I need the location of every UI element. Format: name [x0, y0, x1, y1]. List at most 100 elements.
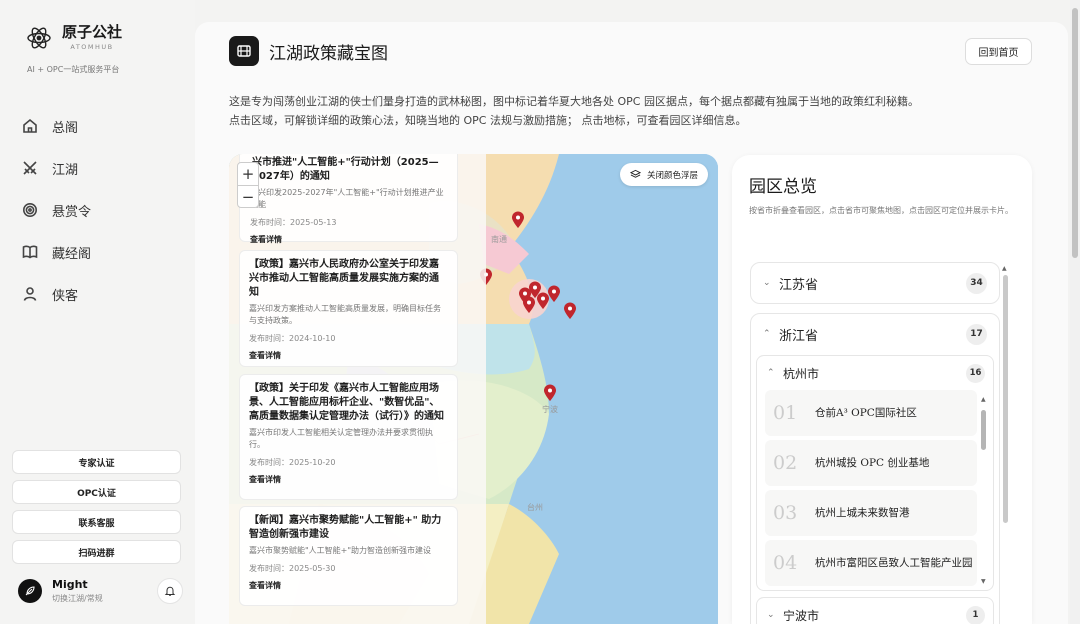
policy-card[interactable]: 兴市推进"人工智能+"行动计划（2025—2027年）的通知 嘉兴印发2025-…	[239, 154, 458, 245]
policy-card[interactable]: 【新闻】嘉兴市聚势赋能"人工智能+" 助力智造创新强市建设 嘉兴市聚势赋能"人工…	[239, 506, 458, 606]
book-icon	[22, 245, 38, 259]
map-pin-icon[interactable]	[522, 296, 536, 314]
city-ningbo[interactable]: ⌄ 宁波市 1	[756, 597, 994, 624]
map-pin-icon[interactable]	[543, 384, 557, 402]
nav-item-label: 总阁	[52, 120, 79, 136]
park-item[interactable]: 03 杭州上城未来数智港	[765, 490, 977, 536]
nav-item-jianghu[interactable]: 江湖	[22, 147, 182, 189]
policy-desc: 嘉兴印发2025-2027年"人工智能+"行动计划推进产业赋能	[250, 188, 444, 209]
brand-tagline: AI + OPC一站式服务平台	[27, 65, 120, 74]
chevron-down-icon: ⌄	[767, 610, 775, 620]
policy-title: 兴市推进"人工智能+"行动计划（2025—2027年）的通知	[252, 157, 439, 182]
park-list-scrollbar[interactable]: ▲ ▼	[981, 396, 987, 586]
scroll-up-icon: ▲	[1002, 265, 1007, 272]
park-name: 杭州上城未来数智港	[815, 507, 910, 519]
notification-button[interactable]	[157, 578, 183, 604]
map-label-ningbo: 宁波	[542, 404, 558, 414]
park-name: 杭州城投 OPC 创业基地	[815, 457, 930, 469]
brand-sub: ATOMHUB	[70, 43, 114, 51]
park-count-badge: 17	[966, 323, 987, 345]
city-name: 宁波市	[783, 608, 820, 623]
park-index: 04	[773, 552, 798, 574]
user-icon	[23, 287, 37, 301]
park-item[interactable]: 02 杭州城投 OPC 创业基地	[765, 440, 977, 486]
park-item[interactable]: 04 杭州市富阳区邑致人工智能产业园	[765, 540, 977, 586]
policy-date: 发布时间：2025-10-20	[249, 458, 336, 467]
policy-date: 发布时间：2025-05-13	[250, 218, 337, 227]
zoom-in-button[interactable]: +	[238, 163, 258, 185]
nav-item-home[interactable]: 总阁	[22, 105, 182, 147]
brand-logo[interactable]: 原子公社 ATOMHUB	[26, 24, 122, 51]
avatar[interactable]	[18, 579, 42, 603]
bell-icon	[164, 586, 176, 596]
scroll-down-icon: ▼	[981, 578, 986, 585]
user-name: Might	[52, 578, 88, 591]
sidebar: 原子公社 ATOMHUB AI + OPC一站式服务平台 总阁 江湖 悬赏令 藏…	[0, 0, 195, 624]
map-pin-icon[interactable]	[511, 211, 525, 229]
home-icon	[23, 118, 37, 133]
map-pin-icon[interactable]	[563, 302, 577, 320]
expert-cert-button[interactable]: 专家认证	[12, 450, 181, 474]
swords-icon	[23, 161, 37, 175]
policy-date: 发布时间：2025-05-30	[249, 564, 336, 573]
park-name: 仓前A³ OPC国际社区	[815, 407, 917, 419]
park-index: 01	[773, 402, 798, 424]
zoom-out-button[interactable]: −	[238, 185, 258, 207]
scrollbar-thumb[interactable]	[981, 410, 986, 450]
map-title-icon	[229, 36, 259, 66]
province-zhejiang[interactable]: ⌃ 浙江省 17 ⌃ 杭州市 16 01 仓前A³ OPC国际社区 02 杭州城…	[750, 313, 1000, 624]
map-label-taizhou: 台州	[527, 502, 543, 512]
page-title: 江湖政策藏宝图	[269, 44, 388, 64]
main-nav: 总阁 江湖 悬赏令 藏经阁 侠客	[22, 105, 182, 315]
scrollbar-thumb[interactable]	[1072, 8, 1078, 258]
policy-detail-link[interactable]: 查看详情	[249, 580, 447, 591]
city-hangzhou[interactable]: ⌃ 杭州市 16 01 仓前A³ OPC国际社区 02 杭州城投 OPC 创业基…	[756, 355, 994, 591]
feather-icon	[25, 586, 35, 596]
chevron-up-icon: ⌃	[767, 368, 775, 378]
brand-name: 原子公社	[62, 23, 123, 41]
scroll-up-icon: ▲	[981, 396, 986, 403]
nav-item-bounty[interactable]: 悬赏令	[22, 189, 182, 231]
policy-title: 【新闻】嘉兴市聚势赋能"人工智能+" 助力智造创新强市建设	[249, 515, 442, 540]
target-icon	[23, 203, 37, 217]
opc-cert-button[interactable]: OPC认证	[12, 480, 181, 504]
city-header[interactable]: ⌃ 杭州市 16	[757, 356, 993, 390]
policy-map[interactable]: 南通 宁波 台州 关闭颜色浮层 + − 兴市推进"人工智能+"行动计划（2025…	[229, 154, 718, 624]
policy-detail-link[interactable]: 查看详情	[249, 474, 447, 485]
contact-support-button[interactable]: 联系客服	[12, 510, 181, 534]
policy-card[interactable]: 【政策】关于印发《嘉兴市人工智能应用场景、人工智能应用标杆企业、"数智优品"、高…	[239, 374, 458, 500]
scrollbar-thumb[interactable]	[1003, 275, 1008, 523]
policy-card[interactable]: 【政策】嘉兴市人民政府办公室关于印发嘉兴市推动人工智能高质量发展实施方案的通知 …	[239, 250, 458, 367]
toggle-color-layer-button[interactable]: 关闭颜色浮层	[620, 163, 709, 186]
policy-desc: 嘉兴印发方案推动人工智能高质量发展，明确目标任务与支持政策。	[249, 304, 441, 325]
policy-detail-link[interactable]: 查看详情	[249, 350, 447, 361]
province-header[interactable]: ⌄ 江苏省 34	[751, 263, 999, 303]
city-header[interactable]: ⌄ 宁波市 1	[757, 598, 993, 624]
treasure-map-icon	[237, 45, 251, 57]
map-pin-icon[interactable]	[547, 285, 561, 303]
nav-item-label: 江湖	[52, 162, 79, 178]
policy-desc: 嘉兴市印发人工智能相关认定管理办法并要求贯彻执行。	[249, 428, 433, 449]
join-group-button[interactable]: 扫码进群	[12, 540, 181, 564]
policy-title: 【政策】关于印发《嘉兴市人工智能应用场景、人工智能应用标杆企业、"数智优品"、高…	[249, 383, 444, 422]
city-name: 杭州市	[783, 366, 820, 381]
province-header[interactable]: ⌃ 浙江省 17	[751, 314, 999, 354]
nav-item-library[interactable]: 藏经阁	[22, 231, 182, 273]
page-scrollbar[interactable]	[1070, 0, 1080, 624]
park-overview-panel: 园区总览 按省市折叠查看园区，点击省市可聚焦地图，点击园区可定位并展示卡片。 ⌄…	[732, 155, 1032, 624]
policy-list-panel: + − 兴市推进"人工智能+"行动计划（2025—2027年）的通知 嘉兴印发2…	[229, 154, 486, 624]
back-home-button[interactable]: 回到首页	[965, 38, 1032, 65]
user-profile: Might 切换江湖/常规	[18, 578, 183, 604]
page-intro: 这是专为闯荡创业江湖的侠士们量身打造的武林秘图，图中标记着华夏大地各处 OPC …	[229, 92, 919, 130]
policy-desc: 嘉兴市聚势赋能"人工智能+"助力智造创新强市建设	[249, 546, 432, 555]
park-item[interactable]: 01 仓前A³ OPC国际社区	[765, 390, 977, 436]
policy-detail-link[interactable]: 查看详情	[250, 234, 447, 245]
intro-line-1: 这是专为闯荡创业江湖的侠士们量身打造的武林秘图，图中标记着华夏大地各处 OPC …	[229, 95, 919, 108]
nav-item-hero[interactable]: 侠客	[22, 273, 182, 315]
overview-scrollbar[interactable]: ▲	[1002, 265, 1009, 624]
province-jiangsu[interactable]: ⌄ 江苏省 34	[750, 262, 1000, 304]
switch-mode-link[interactable]: 切换江湖/常规	[52, 593, 157, 604]
park-index: 03	[773, 502, 798, 524]
map-label-nantong: 南通	[491, 234, 507, 244]
park-count-badge: 16	[966, 363, 985, 383]
